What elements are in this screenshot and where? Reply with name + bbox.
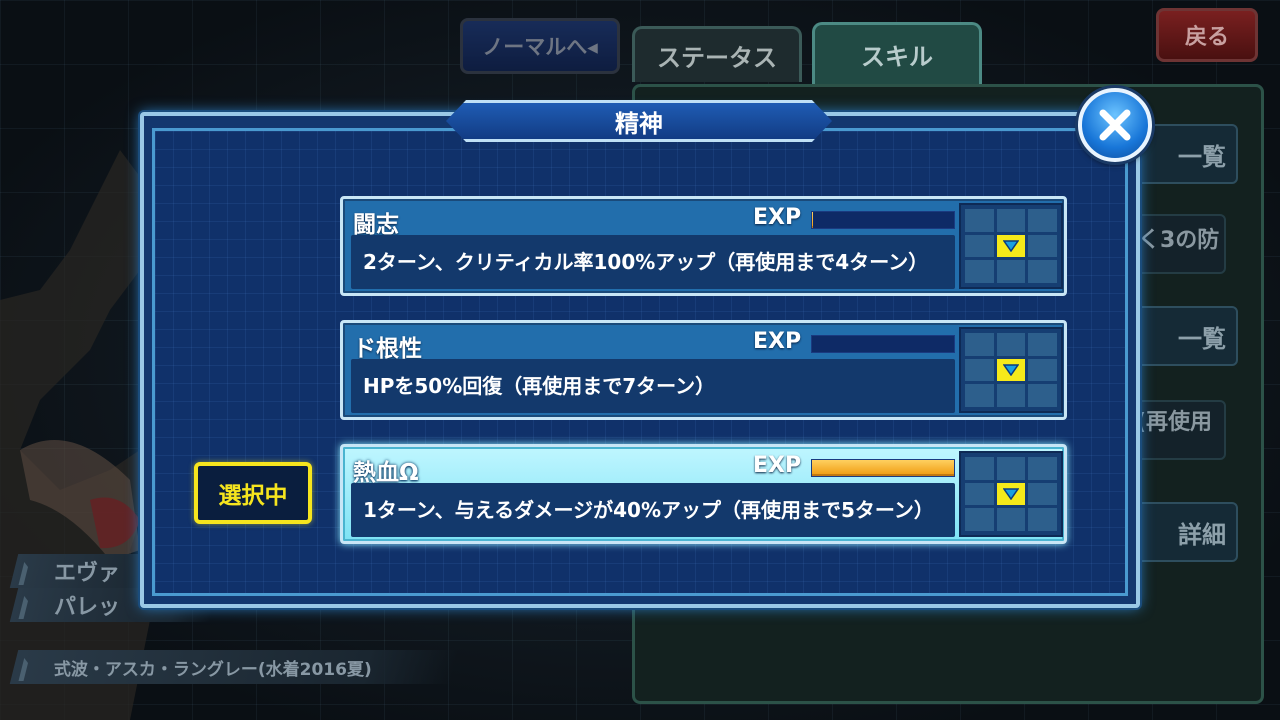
slot-cell — [996, 384, 1026, 407]
bg-detail-label: 詳細 — [1178, 520, 1226, 549]
bg-list-button-2[interactable]: 一覧 — [1130, 306, 1238, 366]
slot-cell — [996, 260, 1026, 283]
slot-cell — [965, 333, 994, 356]
exp-bar — [811, 459, 955, 477]
yellow-down-triangle-icon — [1002, 488, 1019, 500]
slot-cell — [1028, 358, 1057, 382]
slot-cell-marked — [996, 482, 1026, 506]
slot-cell-marked — [996, 358, 1026, 382]
slot-cell-marked — [996, 234, 1026, 258]
slot-cell — [965, 457, 994, 480]
close-x-icon — [1099, 109, 1131, 141]
bg-list-label: 一覧 — [1178, 324, 1226, 353]
skill-description-text: HPを50%回復（再使用まで7ターン） — [363, 373, 716, 398]
exp-label: EXP — [753, 205, 802, 230]
bg-text-fragment: (再使用 — [1136, 410, 1213, 435]
exp-bar — [811, 335, 955, 353]
skill-description: 2ターン、クリティカル率100%アップ（再使用まで4ターン） — [351, 235, 955, 289]
slot-cell — [996, 333, 1026, 356]
slot-cell — [965, 209, 994, 232]
skill-name: 熱血Ω — [353, 460, 419, 486]
skill-card[interactable]: ド根性 EXP HPを50%回復（再使用まで7ターン） — [340, 320, 1067, 420]
slot-cell — [1028, 508, 1057, 531]
normal-mode-button[interactable]: ノーマルへ◂ — [460, 18, 620, 74]
slot-cell — [965, 234, 994, 258]
slot-cell — [1028, 234, 1057, 258]
exp-fill — [812, 212, 814, 228]
slot-cell — [996, 508, 1026, 531]
dialog-title: 精神 — [446, 100, 832, 142]
name-plate-text: パレッ — [54, 595, 121, 620]
slot-cell — [1028, 457, 1057, 480]
yellow-down-triangle-icon — [1002, 364, 1019, 376]
slot-cell — [1028, 384, 1057, 407]
slot-cell — [965, 358, 994, 382]
skill-card[interactable]: 闘志 EXP 2ターン、クリティカル率100%アップ（再使用まで4ターン） — [340, 196, 1067, 296]
character-name: 式波・アスカ・ラングレー(水着2016夏) — [54, 659, 372, 680]
bg-list-label: 一覧 — [1178, 142, 1226, 171]
exp-bar — [811, 211, 955, 229]
slot-cell — [965, 482, 994, 506]
name-plate-text: エヴァ — [54, 561, 121, 586]
slot-cell — [1028, 482, 1057, 506]
skill-description: 1ターン、与えるダメージが40%アップ（再使用まで5ターン） — [351, 483, 955, 537]
exp-label: EXP — [753, 453, 802, 478]
skill-name: 闘志 — [353, 212, 399, 238]
skill-description: HPを50%回復（再使用まで7ターン） — [351, 359, 955, 413]
skill-description-text: 2ターン、クリティカル率100%アップ（再使用まで4ターン） — [363, 249, 929, 274]
back-button[interactable]: 戻る — [1156, 8, 1258, 62]
slot-cell — [1028, 260, 1057, 283]
close-button[interactable] — [1078, 88, 1152, 162]
slot-cell — [996, 457, 1026, 480]
slot-cell — [965, 384, 994, 407]
selected-badge: 選択中 — [194, 462, 312, 524]
yellow-down-triangle-icon — [1002, 240, 1019, 252]
tab-skill[interactable]: スキル — [812, 22, 982, 84]
slot-cell — [1028, 209, 1057, 232]
skill-description-text: 1ターン、与えるダメージが40%アップ（再使用まで5ターン） — [363, 497, 934, 522]
slot-cell — [965, 508, 994, 531]
skill-name: ド根性 — [353, 336, 422, 362]
skill-slot-grid — [959, 203, 1063, 289]
bg-detail-button[interactable]: 詳細 — [1130, 502, 1238, 562]
exp-fill — [812, 460, 954, 476]
tab-status[interactable]: ステータス — [632, 26, 802, 82]
character-name-plate: 式波・アスカ・ラングレー(水着2016夏) — [9, 650, 459, 684]
slot-cell — [1028, 333, 1057, 356]
exp-label: EXP — [753, 329, 802, 354]
bg-text-fragment: く3の防 — [1138, 228, 1220, 253]
skill-slot-grid — [959, 327, 1063, 413]
skill-card-selected[interactable]: 熱血Ω EXP 1ターン、与えるダメージが40%アップ（再使用まで5ターン） — [340, 444, 1067, 544]
slot-cell — [965, 260, 994, 283]
skill-slot-grid — [959, 451, 1063, 537]
slot-cell — [996, 209, 1026, 232]
